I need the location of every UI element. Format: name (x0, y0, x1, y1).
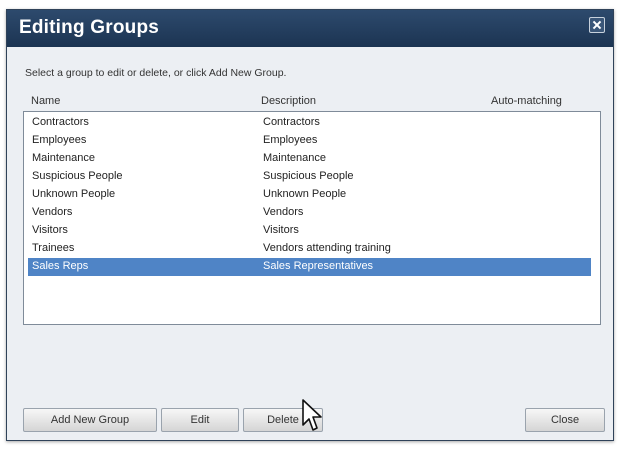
group-name: Visitors (32, 224, 68, 236)
list-item[interactable]: Employees Employees (28, 132, 591, 150)
list-item-selected[interactable]: Sales Reps Sales Representatives (28, 258, 591, 276)
dialog-titlebar: Editing Groups (7, 10, 613, 47)
list-item[interactable]: Contractors Contractors (28, 114, 591, 132)
group-description: Suspicious People (263, 170, 354, 182)
group-description: Vendors (263, 206, 304, 218)
list-item[interactable]: Vendors Vendors (28, 204, 591, 222)
group-description: Sales Representatives (263, 260, 374, 272)
list-item[interactable]: Visitors Visitors (28, 222, 591, 240)
group-name: Vendors (32, 206, 73, 218)
column-header-auto-matching: Auto-matching (491, 95, 562, 107)
group-description: Unknown People (263, 188, 347, 200)
group-description: Vendors attending training (263, 242, 391, 254)
group-description: Maintenance (263, 152, 326, 164)
groups-list[interactable]: Contractors Contractors Employees Employ… (23, 111, 601, 325)
edit-button[interactable]: Edit (161, 408, 239, 432)
group-name: Maintenance (32, 152, 95, 164)
list-item[interactable]: Maintenance Maintenance (28, 150, 591, 168)
add-new-group-button[interactable]: Add New Group (23, 408, 157, 432)
group-name: Trainees (32, 242, 75, 254)
group-name: Sales Reps (32, 260, 89, 272)
column-header-description: Description (261, 95, 317, 107)
group-description: Employees (263, 134, 318, 146)
list-item[interactable]: Unknown People Unknown People (28, 186, 591, 204)
group-name: Suspicious People (32, 170, 123, 182)
group-name: Unknown People (32, 188, 116, 200)
list-item[interactable]: Trainees Vendors attending training (28, 240, 591, 258)
column-header-name: Name (31, 95, 61, 107)
group-description: Contractors (263, 116, 320, 128)
instruction-text: Select a group to edit or delete, or cli… (25, 67, 287, 79)
list-item[interactable]: Suspicious People Suspicious People (28, 168, 591, 186)
editing-groups-dialog: Editing Groups Select a group to edit or… (6, 9, 614, 441)
dialog-title: Editing Groups (19, 17, 160, 38)
mouse-pointer-icon (302, 399, 322, 431)
close-button[interactable]: Close (525, 408, 605, 432)
group-name: Employees (32, 134, 87, 146)
group-name: Contractors (32, 116, 89, 128)
group-description: Visitors (263, 224, 299, 236)
close-x-icon[interactable] (589, 17, 605, 33)
